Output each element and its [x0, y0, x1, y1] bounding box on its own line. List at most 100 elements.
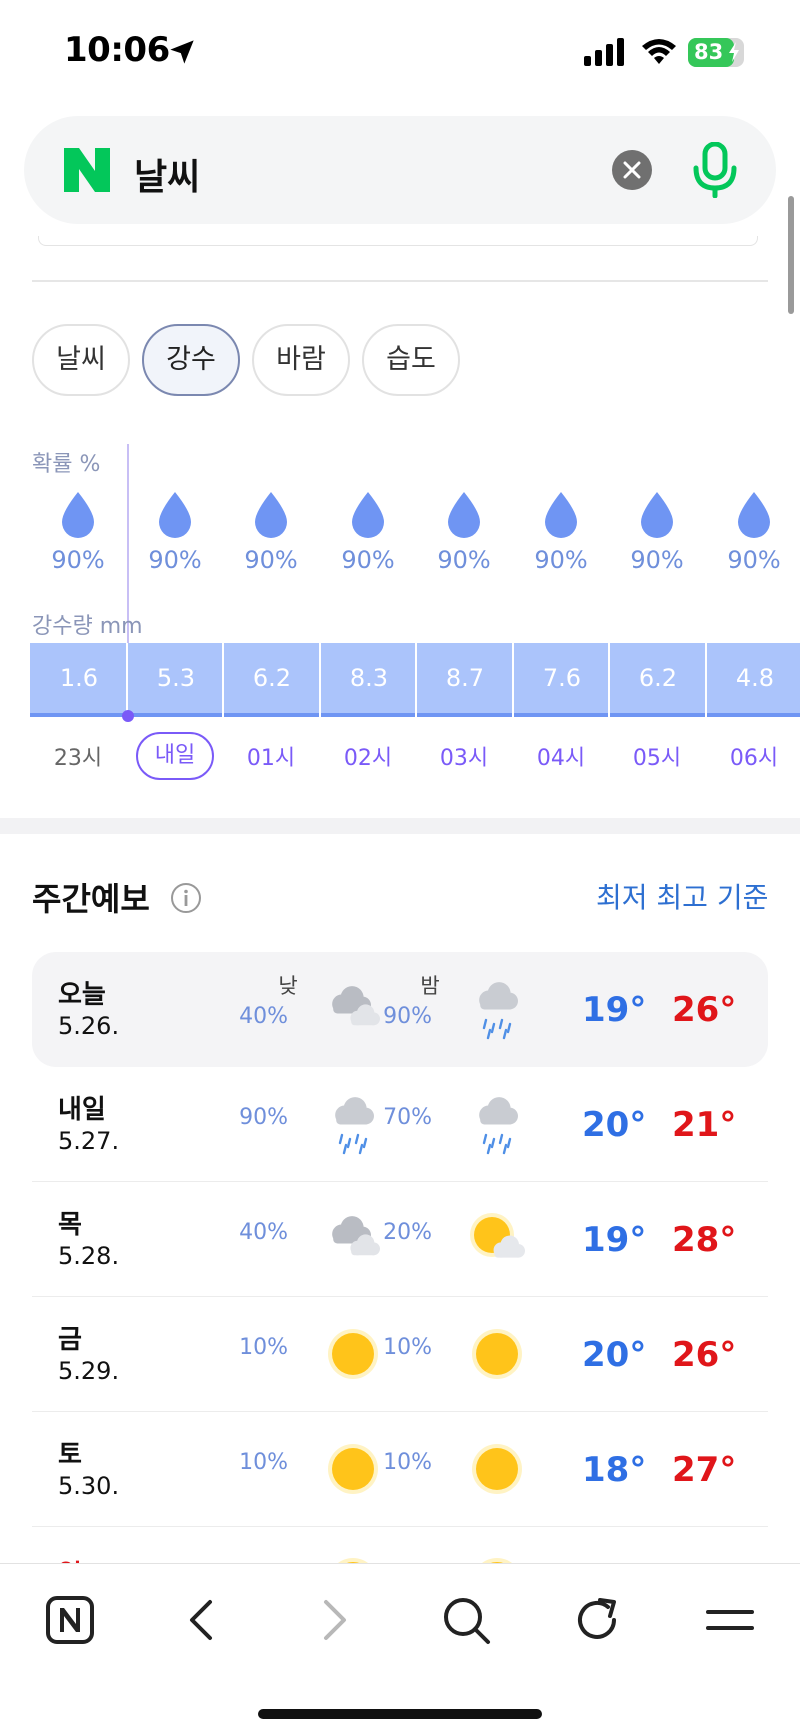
- previous-card-edge: [38, 236, 758, 246]
- bottom-toolbar: [0, 1563, 800, 1732]
- am-rain-probability: 10%: [239, 1335, 288, 1360]
- hour-label[interactable]: 04시: [513, 740, 609, 772]
- probability-column: 90%: [127, 486, 223, 574]
- amount-separator: [319, 643, 321, 717]
- pm-rain-probability: 20%: [383, 1220, 432, 1245]
- forecast-row[interactable]: 오늘 5.26. 낮 밤 40% 90% 19° 26°: [32, 952, 768, 1067]
- probability-value: 90%: [727, 546, 781, 574]
- pm-rain-probability: 10%: [383, 1450, 432, 1475]
- am-rain-probability: 90%: [239, 1105, 288, 1130]
- low-temperature: 19°: [582, 1220, 647, 1260]
- day-name: 금: [58, 1325, 82, 1355]
- forecast-row[interactable]: 토 5.30. 10% 10% 18° 27°: [32, 1412, 768, 1527]
- probability-label: 확률 %: [32, 452, 101, 477]
- reload-icon[interactable]: [568, 1590, 628, 1650]
- tab-humidity[interactable]: 습도: [362, 324, 460, 396]
- probability-value: 90%: [437, 546, 491, 574]
- pm-rain-probability: 10%: [383, 1335, 432, 1360]
- search-bar[interactable]: 날씨: [24, 116, 776, 224]
- battery-indicator: 83: [688, 38, 744, 67]
- amount-separator: [222, 643, 224, 717]
- probability-column: 90%: [320, 486, 416, 574]
- day-name: 오늘: [58, 980, 106, 1010]
- amount-separator: [512, 643, 514, 717]
- clear-search-button[interactable]: [612, 150, 652, 190]
- day-date: 5.29.: [58, 1357, 120, 1385]
- high-temperature: 26°: [672, 990, 737, 1030]
- hour-label[interactable]: 01시: [223, 740, 319, 772]
- raindrop-icon: [545, 492, 577, 538]
- search-query-text[interactable]: 날씨: [134, 148, 200, 200]
- amount-label: 강수량 mm: [32, 614, 143, 639]
- voice-search-mic-icon[interactable]: [688, 142, 742, 198]
- low-temperature: 20°: [582, 1335, 647, 1375]
- hour-label[interactable]: 03시: [416, 740, 512, 772]
- forecast-row[interactable]: 내일 5.27. 90% 70% 20° 21°: [32, 1067, 768, 1182]
- day-name: 내일: [58, 1095, 106, 1125]
- forecast-row[interactable]: 금 5.29. 10% 10% 20° 26°: [32, 1297, 768, 1412]
- raindrop-icon: [448, 492, 480, 538]
- menu-icon[interactable]: [700, 1590, 760, 1650]
- tab-precipitation[interactable]: 강수: [142, 324, 240, 396]
- pm-rain-probability: 90%: [383, 1004, 432, 1029]
- raindrop-icon: [738, 492, 770, 538]
- hour-label[interactable]: 02시: [320, 740, 416, 772]
- rain-icon: [464, 1093, 530, 1155]
- cellular-signal-icon: [584, 38, 624, 66]
- am-rain-probability: 40%: [239, 1220, 288, 1245]
- amount-value: 6.2: [252, 664, 292, 692]
- amount-value: 5.3: [156, 664, 196, 692]
- current-time-dot: [122, 710, 134, 722]
- am-period-label: 낮: [278, 974, 298, 998]
- probability-value: 90%: [244, 546, 298, 574]
- probability-column: 90%: [223, 486, 319, 574]
- search-icon[interactable]: [436, 1590, 496, 1650]
- amount-value: 8.7: [445, 664, 485, 692]
- high-temperature: 21°: [672, 1105, 737, 1145]
- high-temperature: 26°: [672, 1335, 737, 1375]
- probability-value: 90%: [51, 546, 105, 574]
- naver-home-icon[interactable]: [40, 1590, 100, 1650]
- tab-wind[interactable]: 바람: [252, 324, 350, 396]
- low-temperature: 18°: [582, 1450, 647, 1490]
- scrollbar-thumb[interactable]: [788, 196, 794, 314]
- temperature-basis-link[interactable]: 최저 최고 기준: [596, 876, 768, 916]
- naver-logo-icon[interactable]: [64, 148, 110, 192]
- low-temperature: 20°: [582, 1105, 647, 1145]
- partly-cloudy-icon: [464, 1208, 530, 1270]
- status-bar: 10:06 83: [0, 0, 800, 100]
- pm-period-label: 밤: [420, 974, 440, 998]
- sun-icon: [464, 1323, 530, 1385]
- hour-label[interactable]: 05시: [609, 740, 705, 772]
- amount-value: 7.6: [542, 664, 582, 692]
- raindrop-icon: [62, 492, 94, 538]
- rain-icon: [464, 978, 530, 1040]
- tab-weather[interactable]: 날씨: [32, 324, 130, 396]
- high-temperature: 28°: [672, 1220, 737, 1260]
- probability-column: 90%: [706, 486, 800, 574]
- wifi-icon: [642, 39, 676, 64]
- probability-value: 90%: [148, 546, 202, 574]
- info-icon[interactable]: [170, 882, 202, 914]
- pm-rain-probability: 70%: [383, 1105, 432, 1130]
- section-gap: [0, 818, 800, 834]
- probability-column: 90%: [513, 486, 609, 574]
- amount-value: 4.8: [735, 664, 775, 692]
- day-name: 목: [58, 1210, 82, 1240]
- hour-label-tomorrow[interactable]: 내일: [136, 732, 214, 780]
- probability-column: 90%: [416, 486, 512, 574]
- hour-label[interactable]: 06시: [706, 740, 800, 772]
- back-icon[interactable]: [172, 1590, 232, 1650]
- forward-icon[interactable]: [304, 1590, 364, 1650]
- hour-label[interactable]: 23시: [30, 740, 126, 772]
- home-indicator[interactable]: [258, 1709, 542, 1719]
- probability-column: 90%: [30, 486, 126, 574]
- divider: [32, 280, 768, 282]
- raindrop-icon: [159, 492, 191, 538]
- probability-column: 90%: [609, 486, 705, 574]
- raindrop-icon: [352, 492, 384, 538]
- probability-value: 90%: [534, 546, 588, 574]
- day-date: 5.30.: [58, 1472, 120, 1500]
- close-icon: [623, 161, 641, 179]
- forecast-row[interactable]: 목 5.28. 40% 20% 19° 28°: [32, 1182, 768, 1297]
